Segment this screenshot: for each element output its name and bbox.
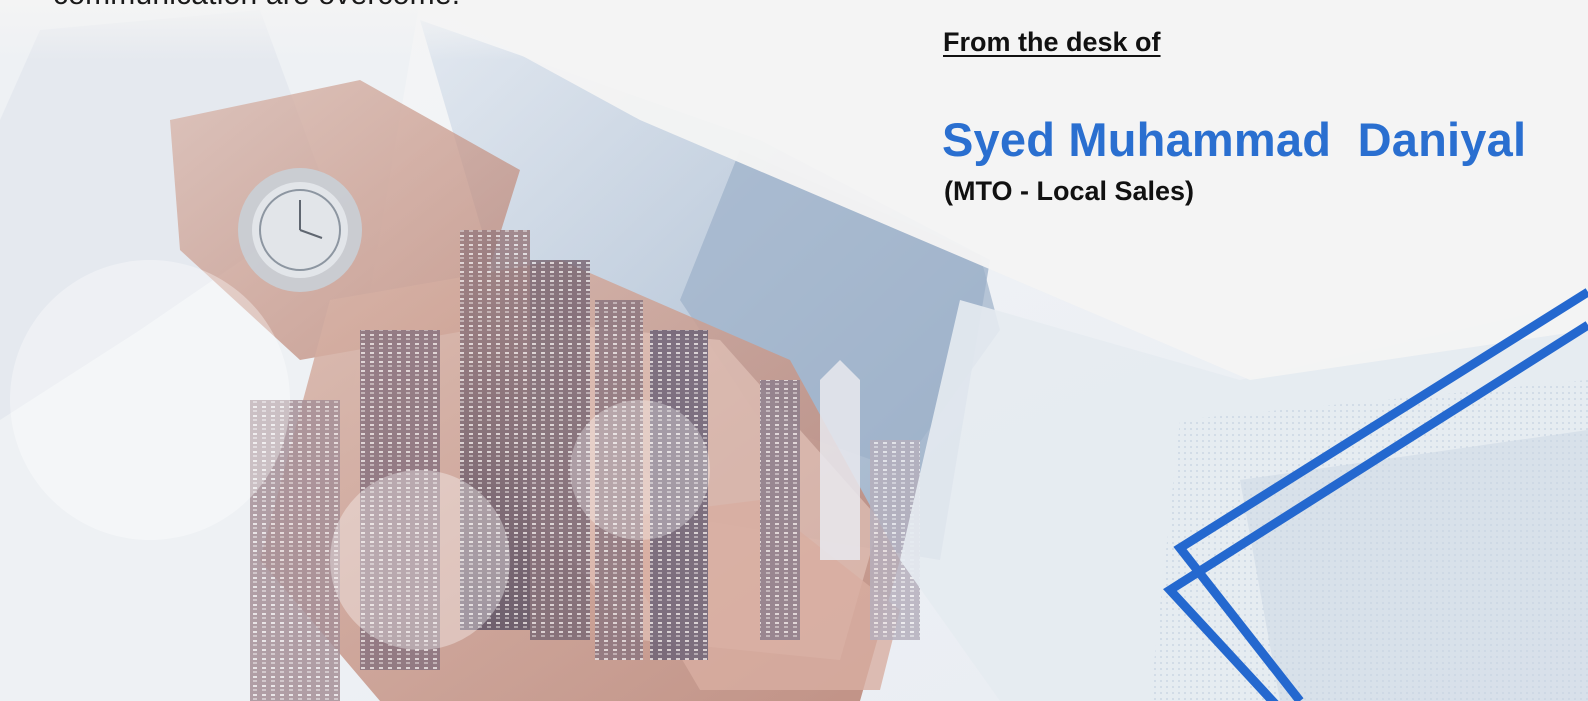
from-desk-label: From the desk of (943, 27, 1161, 57)
handshake-city-background-image (0, 0, 1588, 701)
author-name: Syed Muhammad Daniyal (942, 113, 1527, 166)
letter-page: communication are overcome. From the des… (0, 0, 1588, 701)
author-role: (MTO - Local Sales) (944, 176, 1195, 206)
intro-text-fragment: communication are overcome. (53, 0, 460, 12)
